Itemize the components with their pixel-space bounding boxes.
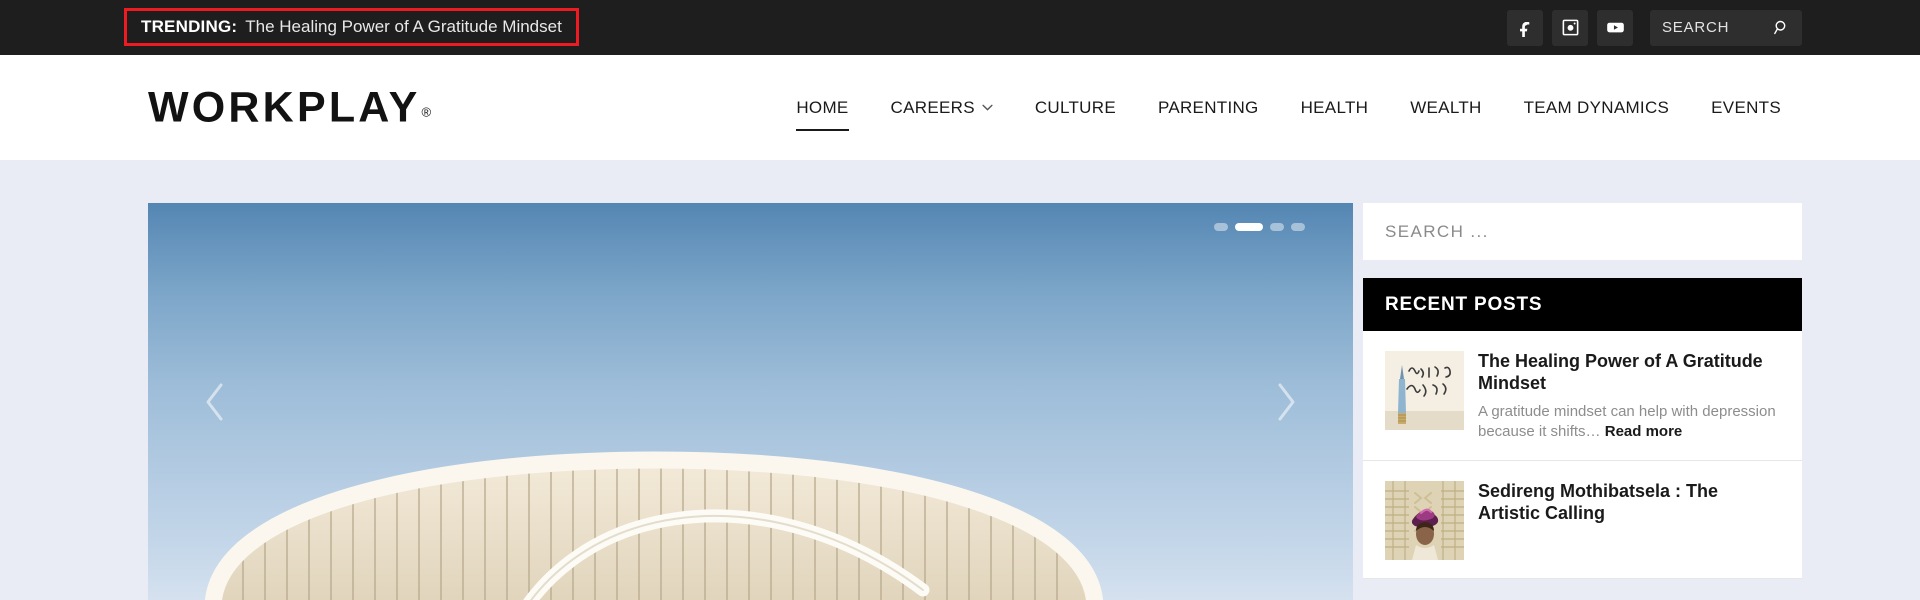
page-body: SEARCH ... RECENT POSTS The Healing Powe…	[0, 160, 1920, 600]
trending-highlight-box[interactable]: TRENDING: The Healing Power of A Gratitu…	[124, 8, 579, 46]
sidebar-search-box[interactable]: SEARCH ...	[1363, 203, 1802, 260]
trending-label: TRENDING:	[141, 17, 238, 36]
next-slide-arrow[interactable]	[1257, 373, 1315, 431]
top-bar: TRENDING: The Healing Power of A Gratitu…	[0, 0, 1920, 55]
nav-label: WEALTH	[1410, 97, 1482, 117]
nav-item-wealth[interactable]: WEALTH	[1389, 85, 1502, 131]
featured-slider[interactable]	[148, 203, 1353, 600]
post-content: Sedireng Mothibatsela : The Artistic Cal…	[1478, 481, 1780, 560]
slider-dot-1[interactable]	[1214, 223, 1228, 231]
slider-dot-2[interactable]	[1235, 223, 1263, 231]
site-logo[interactable]: WORKPLAY ®	[148, 86, 431, 129]
nav-label: HOME	[796, 97, 849, 131]
sidebar-search-input[interactable]: SEARCH ...	[1385, 222, 1489, 242]
sidebar: SEARCH ... RECENT POSTS The Healing Powe…	[1363, 203, 1802, 600]
nav-item-team-dynamics[interactable]: TEAM DYNAMICS	[1503, 85, 1691, 131]
read-more-link[interactable]: Read more	[1605, 423, 1683, 440]
search-icon[interactable]	[1773, 19, 1790, 36]
nav-label: CULTURE	[1034, 97, 1116, 117]
nav-label: TEAM DYNAMICS	[1523, 97, 1670, 117]
content-wrapper: SEARCH ... RECENT POSTS The Healing Powe…	[148, 203, 1802, 600]
previous-slide-arrow[interactable]	[186, 373, 244, 431]
recent-posts-widget: RECENT POSTS The Healing Power of A Grat…	[1363, 278, 1802, 579]
facebook-icon[interactable]	[1507, 9, 1543, 46]
nav-label: PARENTING	[1157, 97, 1259, 117]
slider-dot-3[interactable]	[1270, 223, 1284, 231]
nav-item-events[interactable]: EVENTS	[1690, 85, 1802, 131]
slider-pagination	[1214, 223, 1305, 231]
post-thumbnail	[1385, 480, 1464, 560]
list-item[interactable]: The Healing Power of A Gratitude Mindset…	[1363, 331, 1802, 461]
slide-image	[205, 451, 1103, 600]
nav-item-home[interactable]: HOME	[775, 85, 869, 131]
logo-wordmark: WORKPLAY	[148, 83, 421, 131]
post-content: The Healing Power of A Gratitude Mindset…	[1478, 351, 1780, 442]
header-search-box[interactable]: SEARCH	[1650, 9, 1802, 46]
nav-item-careers[interactable]: CAREERS	[870, 85, 1014, 131]
list-item[interactable]: Sedireng Mothibatsela : The Artistic Cal…	[1363, 461, 1802, 579]
trending-headline-link[interactable]: The Healing Power of A Gratitude Mindset	[245, 17, 562, 37]
post-thumbnail	[1385, 351, 1464, 430]
widget-title: RECENT POSTS	[1385, 293, 1543, 315]
nav-label: CAREERS	[890, 97, 975, 117]
recent-posts-list: The Healing Power of A Gratitude Mindset…	[1363, 331, 1802, 579]
main-navigation: HOME CAREERS CULTURE PARENTING HEALTH WE…	[775, 85, 1802, 131]
nav-item-culture[interactable]: CULTURE	[1014, 85, 1137, 131]
nav-label: HEALTH	[1300, 97, 1369, 117]
header-search-input[interactable]: SEARCH	[1662, 19, 1773, 36]
post-excerpt: A gratitude mindset can help with depres…	[1478, 402, 1780, 442]
top-bar-right-group: SEARCH	[1507, 0, 1802, 55]
instagram-icon[interactable]	[1552, 9, 1588, 46]
slider-dot-4[interactable]	[1291, 223, 1305, 231]
chevron-down-icon	[982, 103, 993, 114]
post-title-link[interactable]: Sedireng Mothibatsela : The Artistic Cal…	[1478, 481, 1780, 525]
nav-item-health[interactable]: HEALTH	[1280, 85, 1390, 131]
site-header: WORKPLAY ® HOME CAREERS CULTURE PARENTIN…	[0, 55, 1920, 160]
recent-posts-header: RECENT POSTS	[1363, 278, 1802, 331]
nav-item-parenting[interactable]: PARENTING	[1137, 85, 1280, 131]
post-title-link[interactable]: The Healing Power of A Gratitude Mindset	[1478, 351, 1780, 395]
nav-label: EVENTS	[1711, 97, 1781, 117]
youtube-icon[interactable]	[1597, 9, 1633, 46]
registered-trademark-icon: ®	[421, 104, 432, 119]
